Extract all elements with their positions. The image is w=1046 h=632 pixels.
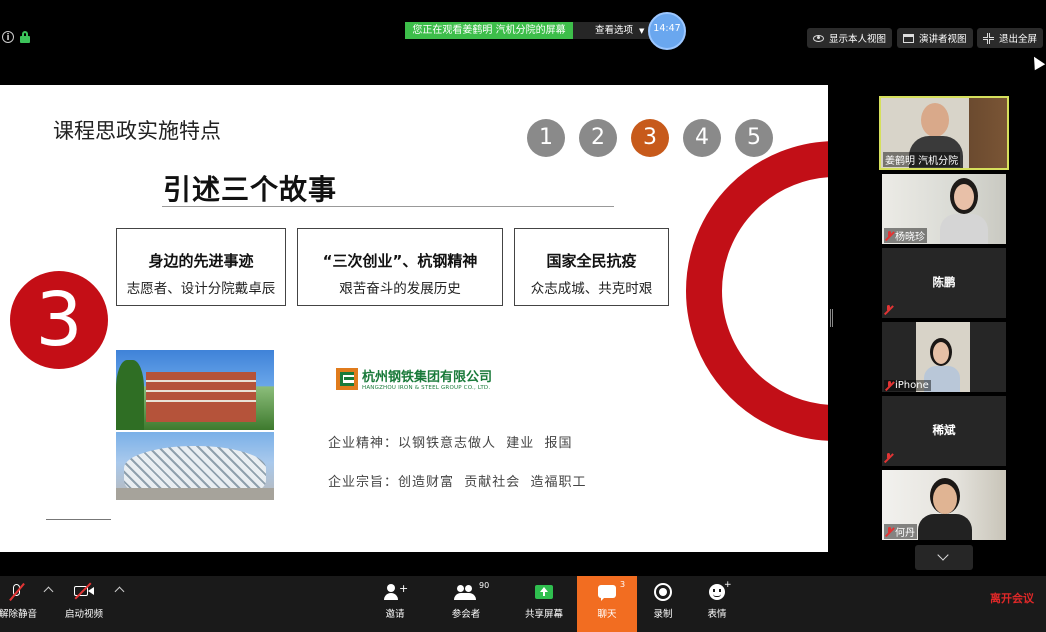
exit-fullscreen-label: 退出全屏	[999, 34, 1038, 45]
record-label: 录制	[653, 609, 673, 620]
mic-muted-icon	[885, 305, 892, 315]
panel-resize-handle[interactable]	[830, 309, 833, 327]
participant-tile-active[interactable]: 姜鹤明 汽机分院	[879, 96, 1009, 170]
chevron-down-icon: ▼	[639, 27, 645, 35]
exit-fullscreen-button[interactable]: 退出全屏	[977, 28, 1044, 48]
start-video-button[interactable]: 启动视频	[60, 578, 108, 630]
story-box-subtitle: 众志成城、共克时艰	[530, 281, 653, 297]
share-screen-button[interactable]: 共享屏幕	[520, 578, 568, 630]
top-left-status: i	[2, 31, 30, 43]
participant-name: 何丹	[895, 528, 915, 539]
stadium-photo	[116, 432, 274, 500]
step-number-active: 3	[631, 119, 669, 157]
participant-name: iPhone	[895, 380, 929, 391]
mic-muted-icon	[886, 380, 893, 391]
lock-icon[interactable]	[20, 31, 30, 43]
reactions-label: 表情	[707, 609, 727, 620]
participant-tile[interactable]: 杨晓珍	[882, 174, 1006, 244]
view-options-label: 查看选项	[595, 25, 634, 36]
story-box: “三次创业”、杭钢精神 艰苦奋斗的发展历史	[297, 228, 503, 306]
mic-muted-icon	[886, 526, 893, 537]
speaker-view-label: 演讲者视图	[919, 34, 967, 45]
company-spirit: 企业精神：以钢铁意志做人 建业 报国	[328, 436, 573, 451]
record-button[interactable]: 录制	[646, 578, 680, 630]
unmute-label: 解除静音	[0, 609, 37, 620]
leave-meeting-button[interactable]: 离开会议	[990, 590, 1034, 606]
reactions-button[interactable]: + 表情	[700, 578, 734, 630]
chevron-down-icon	[937, 549, 949, 561]
chat-bubble-icon: 3	[586, 580, 628, 604]
unmute-button[interactable]: 解除静音	[0, 578, 40, 630]
step-number: 2	[579, 119, 617, 157]
mic-muted-icon	[0, 582, 40, 604]
decorative-red-ring	[686, 141, 828, 441]
participant-name-label: iPhone	[884, 380, 931, 391]
invite-user-icon: +	[378, 582, 412, 604]
company-logo: 杭州钢铁集团有限公司 HANGZHOU IRON & STEEL GROUP C…	[336, 366, 492, 391]
divider	[162, 206, 614, 207]
participant-tile[interactable]: 陈鹏	[882, 248, 1006, 318]
invite-label: 邀请	[385, 609, 405, 620]
share-screen-icon	[520, 582, 568, 604]
story-box-title: 身边的先进事迹	[148, 252, 254, 270]
participant-name-label: 杨晓珍	[884, 228, 927, 243]
participant-name: 姜鹤明 汽机分院	[883, 152, 961, 167]
story-box-title: 国家全民抗疫	[546, 252, 637, 270]
exit-fullscreen-icon	[983, 32, 994, 44]
slide-heading: 引述三个故事	[163, 173, 338, 206]
scroll-participants-down-button[interactable]	[915, 545, 973, 570]
step-number: 5	[735, 119, 773, 157]
speaker-view-button[interactable]: 演讲者视图	[897, 28, 973, 48]
speaker-view-icon	[903, 33, 914, 43]
participant-name-label: 何丹	[884, 524, 917, 539]
story-box-title: “三次创业”、杭钢精神	[322, 252, 478, 270]
info-icon[interactable]: i	[2, 31, 14, 43]
step-number: 4	[683, 119, 721, 157]
participant-tile[interactable]: iPhone	[882, 322, 1006, 392]
shared-screen[interactable]: 课程思政实施特点 1 2 3 4 5 引述三个故事 身边的先进事迹 志愿者、设计…	[0, 85, 828, 552]
meeting-timer: 14:47	[648, 12, 686, 50]
participant-tile[interactable]: 稀斌	[882, 396, 1006, 466]
chat-unread-count: 3	[620, 580, 626, 589]
step-indicator: 1 2 3 4 5	[527, 119, 773, 157]
chat-button[interactable]: 3 聊天	[586, 578, 628, 630]
story-box: 国家全民抗疫 众志成城、共克时艰	[514, 228, 669, 306]
eye-icon	[813, 34, 824, 42]
logo-text-cn: 杭州钢铁集团有限公司	[362, 370, 493, 385]
view-options-button[interactable]: 查看选项 ▼	[573, 22, 655, 39]
story-box-subtitle: 志愿者、设计分院戴卓辰	[126, 281, 276, 297]
big-number-badge: 3	[10, 271, 108, 369]
participant-name: 陈鹏	[932, 275, 956, 289]
story-box: 身边的先进事迹 志愿者、设计分院戴卓辰	[116, 228, 286, 306]
participants-label: 参会者	[451, 609, 481, 620]
show-my-view-label: 显示本人视图	[829, 34, 887, 45]
story-box-subtitle: 艰苦奋斗的发展历史	[339, 281, 461, 297]
mouse-cursor-icon	[1028, 53, 1046, 71]
chat-label: 聊天	[597, 609, 617, 620]
slide-title: 课程思政实施特点	[53, 119, 221, 143]
show-my-view-button[interactable]: 显示本人视图	[807, 28, 893, 48]
participants-count: 90	[479, 581, 490, 590]
participant-name: 杨晓珍	[895, 232, 925, 243]
participants-button[interactable]: 90 参会者	[444, 578, 490, 630]
participant-tile[interactable]: 何丹	[882, 470, 1006, 540]
company-tenet: 企业宗旨：创造财富 贡献社会 造福职工	[328, 475, 587, 490]
building-photo	[116, 350, 274, 430]
emoji-icon: +	[700, 580, 734, 604]
hisg-logo-icon	[336, 367, 358, 390]
share-screen-label: 共享屏幕	[524, 609, 563, 620]
mic-muted-icon	[886, 230, 893, 241]
record-icon	[646, 582, 680, 604]
participants-icon: 90	[444, 581, 490, 604]
participant-name: 稀斌	[932, 423, 956, 437]
video-off-icon	[60, 582, 108, 604]
invite-button[interactable]: + 邀请	[378, 578, 412, 630]
step-number: 1	[527, 119, 565, 157]
start-video-label: 启动视频	[64, 609, 103, 620]
mic-muted-icon	[885, 453, 892, 463]
logo-text-en: HANGZHOU IRON & STEEL GROUP CO., LTD.	[362, 385, 491, 391]
viewing-banner: 您正在观看姜鹤明 汽机分院的屏幕	[405, 22, 573, 39]
divider	[46, 519, 111, 520]
